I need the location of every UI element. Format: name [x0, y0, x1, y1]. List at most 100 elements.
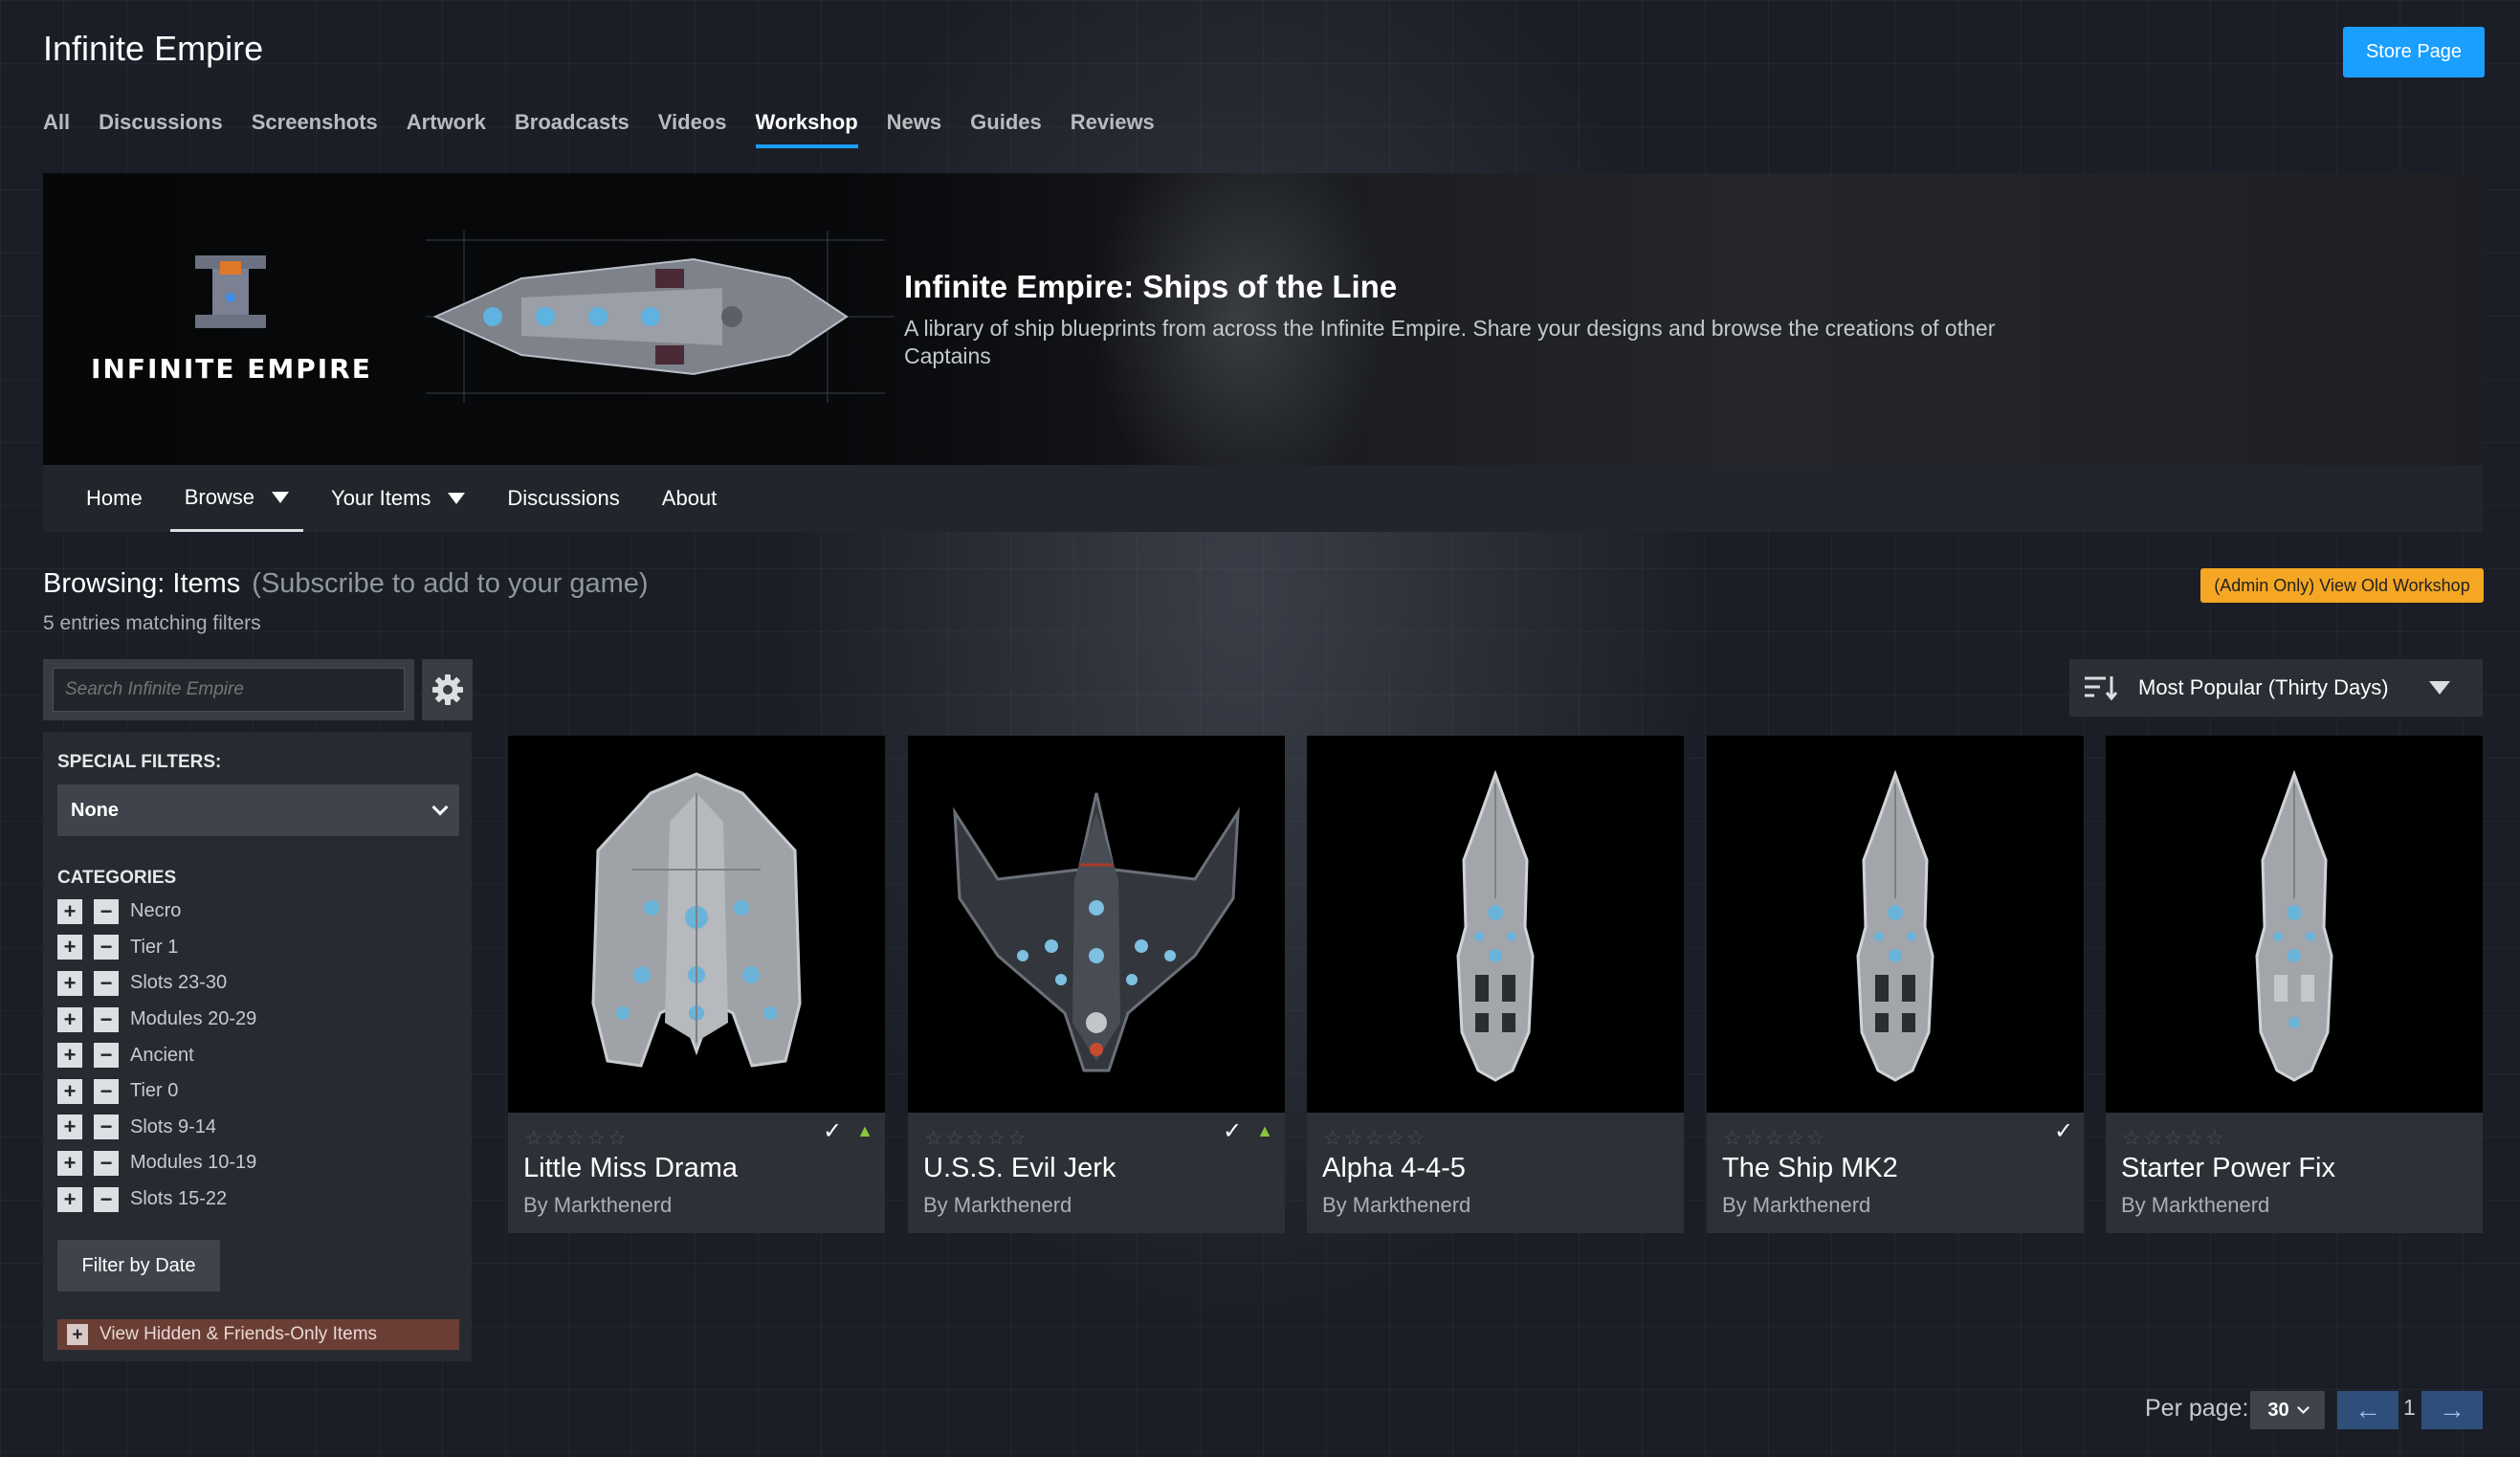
nav-discussions[interactable]: Discussions — [493, 465, 633, 532]
ship-image — [953, 792, 1240, 1072]
item-thumbnail[interactable] — [1307, 736, 1684, 1113]
entries-count: 5 entries matching filters — [43, 612, 261, 634]
rating-stars: ☆ ☆ ☆ ☆ ☆ — [1323, 1126, 1426, 1150]
category-row: + − Modules 20-29 — [57, 1002, 256, 1038]
item-title[interactable]: The Ship MK2 — [1722, 1153, 1898, 1184]
browsing-subtitle: (Subscribe to add to your game) — [252, 568, 649, 599]
exclude-minus-icon[interactable]: − — [94, 1043, 119, 1069]
category-row: + − Slots 23-30 — [57, 965, 256, 1002]
workshop-item-card[interactable]: ☆ ☆ ☆ ☆ ☆ ✓ ▲ Little Miss Drama By Markthene… — [508, 736, 885, 1233]
exclude-minus-icon[interactable]: − — [94, 1150, 119, 1176]
view-hidden-items-button[interactable]: + View Hidden & Friends-Only Items — [57, 1319, 459, 1350]
include-plus-icon[interactable]: + — [57, 1006, 82, 1032]
exclude-minus-icon[interactable]: − — [94, 935, 119, 960]
next-page-button[interactable]: → — [2421, 1391, 2483, 1429]
include-plus-icon[interactable]: + — [57, 1150, 82, 1176]
tab-workshop[interactable]: Workshop — [755, 110, 858, 148]
exclude-minus-icon[interactable]: − — [94, 898, 119, 924]
item-title[interactable]: U.S.S. Evil Jerk — [923, 1153, 1116, 1184]
special-filters-select[interactable]: None — [57, 784, 459, 836]
sort-label: Most Popular (Thirty Days) — [2138, 675, 2389, 699]
include-plus-icon[interactable]: + — [57, 1115, 82, 1140]
item-author[interactable]: By Markthenerd — [923, 1193, 1072, 1218]
per-page-select[interactable]: 30 — [2250, 1391, 2325, 1429]
exclude-minus-icon[interactable]: − — [94, 1078, 119, 1104]
nav-about[interactable]: About — [648, 465, 732, 532]
item-author[interactable]: By Markthenerd — [1722, 1193, 1870, 1218]
tab-artwork[interactable]: Artwork — [407, 110, 486, 148]
include-plus-icon[interactable]: + — [57, 970, 82, 996]
subscribed-check-icon: ✓ — [2053, 1117, 2074, 1144]
tab-guides[interactable]: Guides — [970, 110, 1042, 148]
exclude-minus-icon[interactable]: − — [94, 1115, 119, 1140]
workshop-item-card[interactable]: ☆ ☆ ☆ ☆ ☆ ✓ The Ship MK2 By Markthenerd — [1707, 736, 2084, 1233]
search-input[interactable] — [53, 668, 405, 712]
tab-screenshots[interactable]: Screenshots — [252, 110, 378, 148]
arrow-right-icon: → — [2439, 1395, 2465, 1424]
prev-page-button[interactable]: ← — [2337, 1391, 2398, 1429]
item-author[interactable]: By Markthenerd — [1322, 1193, 1470, 1218]
item-thumbnail[interactable] — [2106, 736, 2483, 1113]
nav-your-items[interactable]: Your Items — [317, 465, 479, 532]
view-old-workshop-button[interactable]: (Admin Only) View Old Workshop — [2200, 568, 2484, 603]
workshop-item-card[interactable]: ☆ ☆ ☆ ☆ ☆ Alpha 4-4-5 By Markthenerd — [1307, 736, 1684, 1233]
categories-label: CATEGORIES — [57, 868, 177, 888]
rating-stars: ☆ ☆ ☆ ☆ ☆ — [2122, 1126, 2224, 1150]
ship-image — [1856, 769, 1934, 1082]
subscribed-check-icon: ✓ — [1222, 1117, 1243, 1144]
item-thumbnail[interactable] — [908, 736, 1285, 1113]
nav-browse[interactable]: Browse — [169, 465, 304, 532]
rating-stars: ☆ ☆ ☆ ☆ ☆ — [924, 1126, 1027, 1150]
exclude-minus-icon[interactable]: − — [94, 1006, 119, 1032]
thumbs-up-icon: ▲ — [1256, 1120, 1273, 1140]
plus-icon: + — [67, 1324, 88, 1345]
item-title[interactable]: Little Miss Drama — [523, 1153, 738, 1184]
item-thumbnail[interactable] — [1707, 736, 2084, 1113]
include-plus-icon[interactable]: + — [57, 1186, 82, 1212]
include-plus-icon[interactable]: + — [57, 898, 82, 924]
store-page-button[interactable]: Store Page — [2343, 27, 2485, 77]
ship-image — [591, 772, 802, 1068]
sort-dropdown[interactable]: Most Popular (Thirty Days) — [2069, 659, 2483, 717]
item-title[interactable]: Alpha 4-4-5 — [1322, 1153, 1466, 1184]
banner-ship-image — [426, 231, 895, 403]
tab-broadcasts[interactable]: Broadcasts — [515, 110, 630, 148]
exclude-minus-icon[interactable]: − — [94, 1186, 119, 1212]
sort-icon — [2085, 676, 2118, 701]
ship-image — [2255, 769, 2333, 1082]
tab-discussions[interactable]: Discussions — [99, 110, 223, 148]
category-row: + − Ancient — [57, 1037, 256, 1073]
item-thumbnail[interactable] — [508, 736, 885, 1113]
workshop-nav: Home Browse Your Items Discussions About — [43, 465, 2483, 532]
nav-home[interactable]: Home — [72, 465, 157, 532]
search-bar — [43, 659, 414, 720]
ship-image — [1456, 769, 1535, 1082]
exclude-minus-icon[interactable]: − — [94, 970, 119, 996]
tab-all[interactable]: All — [43, 110, 70, 148]
include-plus-icon[interactable]: + — [57, 1078, 82, 1104]
filter-by-date-button[interactable]: Filter by Date — [57, 1240, 220, 1291]
search-options-button[interactable] — [422, 659, 473, 720]
item-title[interactable]: Starter Power Fix — [2121, 1153, 2335, 1184]
workshop-item-card[interactable]: ☆ ☆ ☆ ☆ ☆ Starter Power Fix By Markthenerd — [2106, 736, 2483, 1233]
category-row: + − Slots 9-14 — [57, 1110, 256, 1146]
browsing-title: Browsing: Items (Subscribe to add to your… — [43, 568, 649, 599]
workshop-item-card[interactable]: ☆ ☆ ☆ ☆ ☆ ✓ ▲ U.S.S. Evil Jerk By Markthener… — [908, 736, 1285, 1233]
include-plus-icon[interactable]: + — [57, 935, 82, 960]
caret-down-icon — [272, 491, 290, 503]
tab-reviews[interactable]: Reviews — [1071, 110, 1155, 148]
item-author[interactable]: By Markthenerd — [2121, 1193, 2269, 1218]
tab-news[interactable]: News — [887, 110, 941, 148]
caret-down-icon — [2428, 681, 2450, 695]
per-page-label: Per page: — [2145, 1395, 2249, 1422]
category-row: + − Modules 10-19 — [57, 1145, 256, 1181]
tab-videos[interactable]: Videos — [658, 110, 727, 148]
gear-icon — [431, 674, 463, 705]
item-author[interactable]: By Markthenerd — [523, 1193, 672, 1218]
banner-title: Infinite Empire: Ships of the Line — [904, 269, 1398, 304]
subscribed-check-icon: ✓ — [822, 1117, 843, 1144]
arrow-left-icon: ← — [2354, 1395, 2381, 1424]
rating-stars: ☆ ☆ ☆ ☆ ☆ — [524, 1126, 627, 1150]
include-plus-icon[interactable]: + — [57, 1043, 82, 1069]
current-page: 1 — [2403, 1395, 2416, 1420]
